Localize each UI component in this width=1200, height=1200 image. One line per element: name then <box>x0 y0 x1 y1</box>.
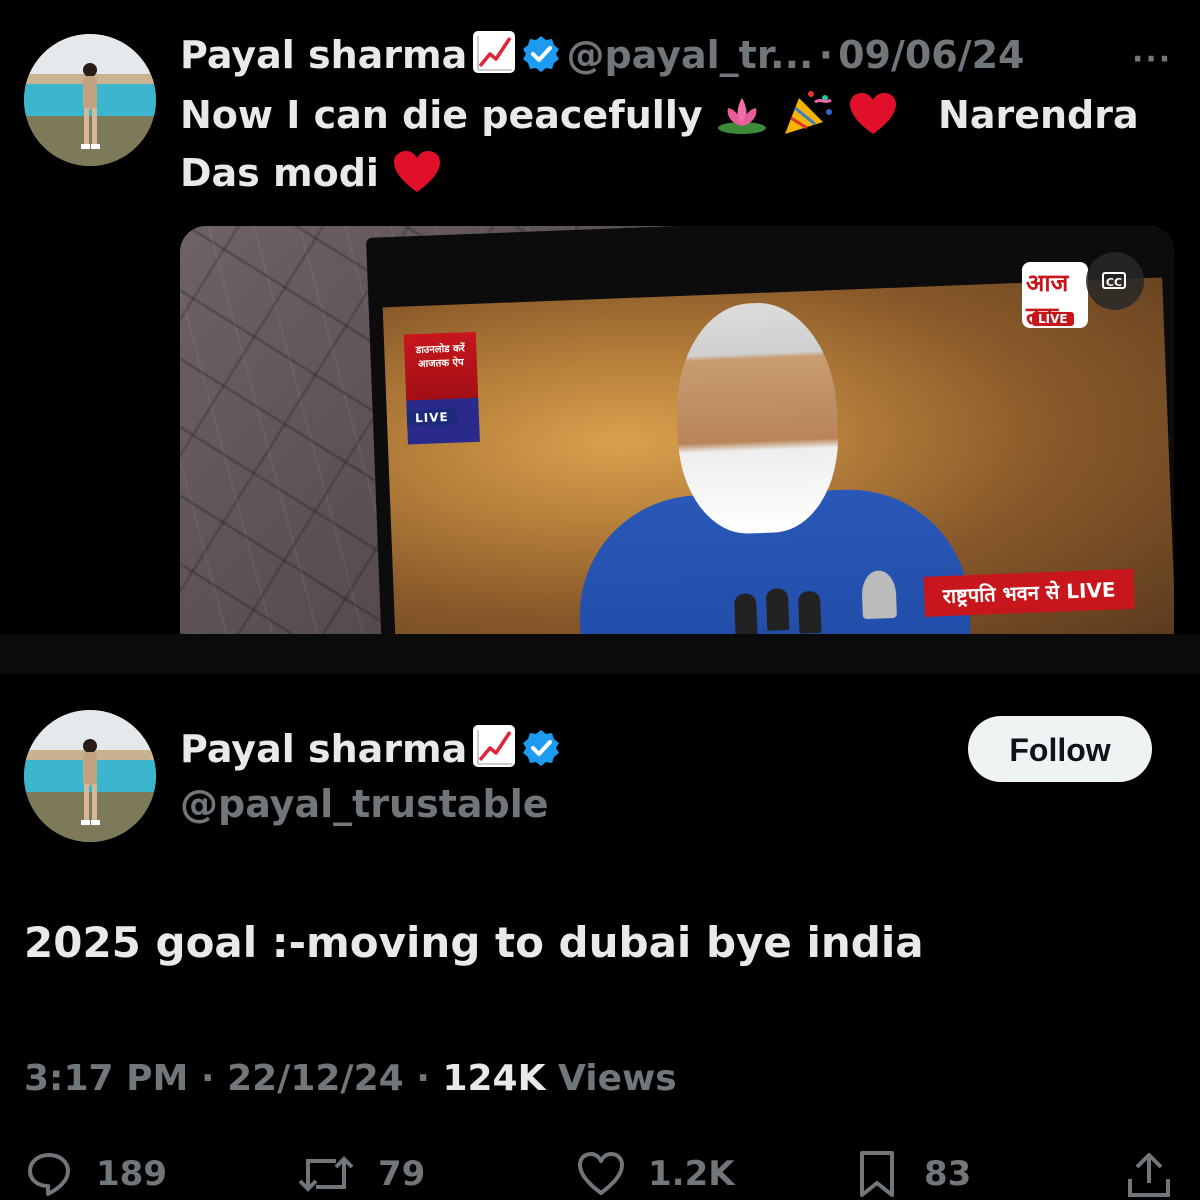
reply-count: 189 <box>96 1154 167 1194</box>
username-handle[interactable]: @payal_trustable <box>180 782 549 826</box>
repost-button[interactable]: 79 <box>296 1148 425 1200</box>
more-icon[interactable]: ··· <box>1132 42 1172 77</box>
chart-increasing-icon <box>473 31 516 73</box>
channel-promo: डाउनलोड करें आजतक ऐप <box>403 331 480 445</box>
separator-dot: · <box>416 1058 430 1099</box>
like-icon <box>578 1152 624 1195</box>
reply-button[interactable]: 189 <box>24 1148 167 1200</box>
channel-logo: आज तक LIVE <box>1022 262 1088 330</box>
tweet-text-line1-suffix: Narendra <box>938 93 1139 137</box>
tweet-text-line1: Now I can die peacefully <box>180 93 703 137</box>
red-heart-icon <box>850 93 897 134</box>
display-name[interactable]: Payal sharma <box>180 727 467 771</box>
tweet1-header: Payal sharma @payal_tr... · 09/06/24 <box>180 30 1025 77</box>
microphone <box>733 593 758 634</box>
follow-button[interactable]: Follow <box>968 716 1152 782</box>
views-count: 124K <box>442 1058 546 1099</box>
tweet-text-line2: Das modi <box>180 151 379 195</box>
avatar-photo <box>24 710 156 842</box>
avatar[interactable] <box>24 34 156 166</box>
avatar-photo <box>24 34 156 166</box>
separator-dot: · <box>200 1058 215 1099</box>
closed-captions-button[interactable]: CC <box>1086 252 1144 310</box>
verified-badge-icon <box>523 730 560 766</box>
news-banner: राष्ट्रपति भवन से LIVE <box>923 568 1135 617</box>
reply-icon <box>28 1153 70 1196</box>
tweet-text: 2025 goal :-moving to dubai bye india <box>24 918 924 967</box>
share-icon <box>1128 1153 1170 1197</box>
screenshot-divider <box>0 634 1200 674</box>
microphone <box>797 590 822 634</box>
tweet-meta: 3:17 PM · 22/12/24 · 124K Views <box>24 1058 677 1099</box>
verified-badge-icon <box>523 36 560 72</box>
red-heart-icon <box>394 151 441 192</box>
tweet-date[interactable]: 09/06/24 <box>838 33 1024 77</box>
separator-dot: · <box>818 33 833 77</box>
like-button[interactable]: 1.2K <box>576 1148 735 1200</box>
chart-increasing-icon <box>473 725 516 767</box>
views-label[interactable]: Views <box>558 1058 677 1099</box>
channel-logo-live: LIVE <box>1032 312 1074 326</box>
party-popper-icon <box>785 91 833 134</box>
lotus-icon <box>717 98 766 134</box>
repost-icon <box>298 1156 354 1192</box>
channel-promo-text: डाउनलोड करें आजतक ऐप <box>415 343 466 371</box>
tweet-time[interactable]: 3:17 PM <box>24 1058 188 1099</box>
like-count: 1.2K <box>648 1154 735 1194</box>
tweet-body: Now I can die peacefully Narendra Das mo… <box>180 86 1170 202</box>
bookmark-button[interactable]: 83 <box>852 1148 971 1200</box>
bookmark-count: 83 <box>924 1154 972 1194</box>
username-handle[interactable]: @payal_tr... <box>567 33 814 77</box>
live-badge: LIVE <box>406 408 458 427</box>
tweet-date[interactable]: 22/12/24 <box>227 1058 404 1099</box>
bookmark-icon <box>860 1151 894 1197</box>
cc-icon: CC <box>1102 272 1126 289</box>
tweet2-header: Payal sharma <box>180 724 561 771</box>
tweet-media-video[interactable]: डाउनलोड करें आजतक ऐप LIVE राष्ट्रपति भवन… <box>180 226 1174 634</box>
speaker-head <box>672 300 842 537</box>
microphone <box>765 588 790 631</box>
display-name[interactable]: Payal sharma <box>180 33 467 77</box>
avatar[interactable] <box>24 710 156 842</box>
repost-count: 79 <box>378 1154 426 1194</box>
share-button[interactable] <box>1124 1148 1196 1200</box>
